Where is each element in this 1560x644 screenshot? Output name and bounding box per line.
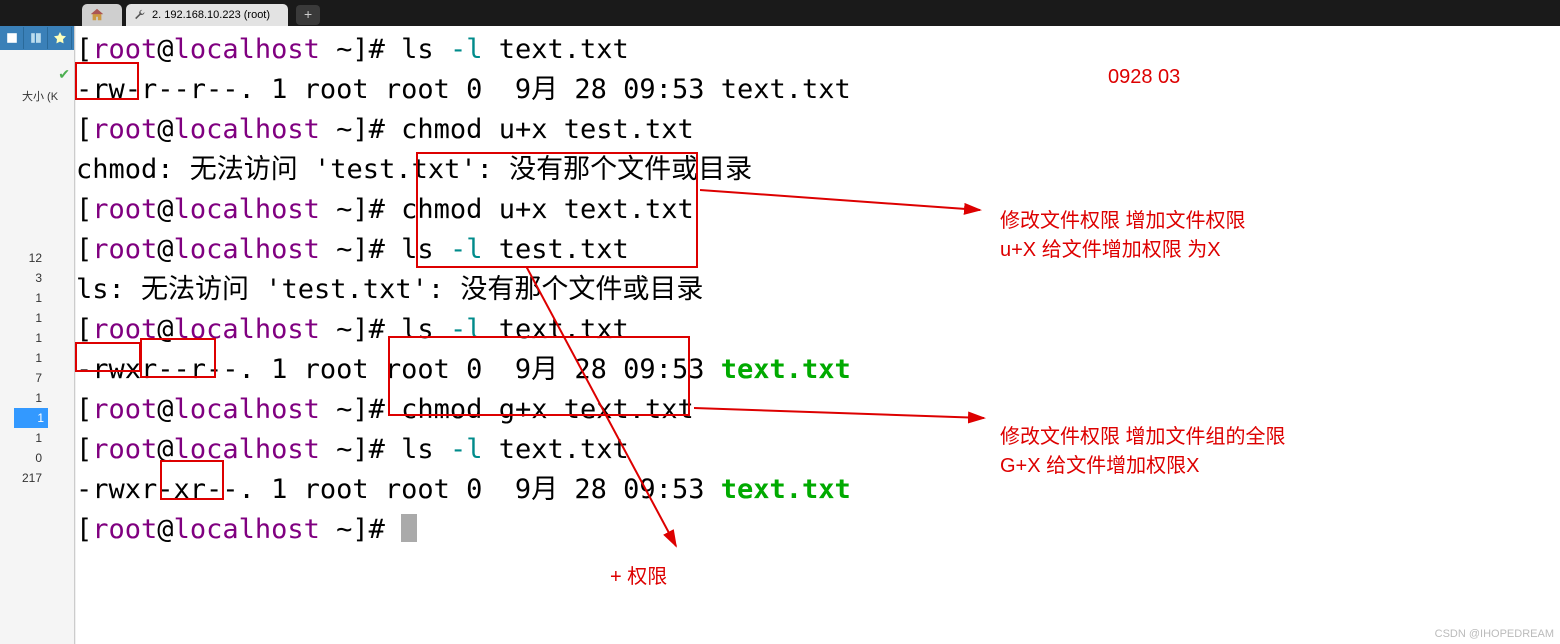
terminal[interactable]: [root@localhost ~]# ls -l text.txt -rw-r… bbox=[76, 26, 1560, 644]
date-annotation: 0928 03 bbox=[1108, 66, 1180, 89]
home-icon bbox=[90, 8, 104, 22]
sidebar-number: 1 bbox=[22, 328, 42, 348]
sidebar-numbers: 123111171110217 bbox=[22, 248, 42, 488]
highlight-box-1 bbox=[75, 62, 139, 100]
note-2-line-1: 修改文件权限 增加文件组的全限 bbox=[1000, 420, 1286, 449]
highlight-box-6 bbox=[160, 460, 224, 500]
sidebar-number: 1 bbox=[22, 348, 42, 368]
sidebar-number: 0 bbox=[22, 448, 42, 468]
watermark: CSDN @IHOPEDREAM bbox=[1435, 628, 1554, 640]
check-icon: ✔ bbox=[58, 66, 70, 83]
highlight-box-3 bbox=[75, 342, 141, 372]
sidebar-number: 1 bbox=[22, 308, 42, 328]
wrench-icon bbox=[134, 9, 146, 21]
sidebar-tab-2[interactable] bbox=[24, 27, 48, 49]
terminal-content: [root@localhost ~]# ls -l text.txt -rw-r… bbox=[76, 30, 1560, 550]
active-tab[interactable]: 2. 192.168.10.223 (root) bbox=[126, 4, 288, 26]
sidebar: ✔ 大小 (K 123111171110217 1 bbox=[0, 26, 75, 644]
highlight-box-4 bbox=[140, 338, 216, 378]
highlight-box-5 bbox=[388, 336, 690, 416]
tab-bar: 2. 192.168.10.223 (root) + bbox=[0, 0, 1560, 26]
add-tab-button[interactable]: + bbox=[296, 5, 320, 25]
sidebar-number: 217 bbox=[22, 468, 42, 488]
sidebar-number: 1 bbox=[22, 388, 42, 408]
note-2: 修改文件权限 增加文件组的全限 G+X 给文件增加权限X bbox=[1000, 420, 1286, 478]
note-1-line-1: 修改文件权限 增加文件权限 bbox=[1000, 204, 1246, 233]
note-2-line-2: G+X 给文件增加权限X bbox=[1000, 449, 1286, 478]
sidebar-number: 12 bbox=[22, 248, 42, 268]
sidebar-selected-row[interactable]: 1 bbox=[14, 408, 48, 428]
home-tab[interactable] bbox=[82, 4, 122, 26]
sidebar-number: 1 bbox=[22, 288, 42, 308]
sidebar-tab-1[interactable] bbox=[0, 27, 24, 49]
note-3: + 权限 bbox=[610, 560, 667, 589]
sidebar-number: 7 bbox=[22, 368, 42, 388]
tab-label: 2. 192.168.10.223 (root) bbox=[152, 9, 270, 21]
sidebar-tab-3[interactable] bbox=[48, 27, 72, 49]
sidebar-number: 3 bbox=[22, 268, 42, 288]
highlight-box-2 bbox=[416, 152, 698, 268]
size-column-header: 大小 (K bbox=[22, 88, 58, 104]
sidebar-tabs bbox=[0, 26, 74, 50]
note-1: 修改文件权限 增加文件权限 u+X 给文件增加权限 为X bbox=[1000, 204, 1246, 262]
sidebar-number: 1 bbox=[22, 428, 42, 448]
note-1-line-2: u+X 给文件增加权限 为X bbox=[1000, 233, 1246, 262]
